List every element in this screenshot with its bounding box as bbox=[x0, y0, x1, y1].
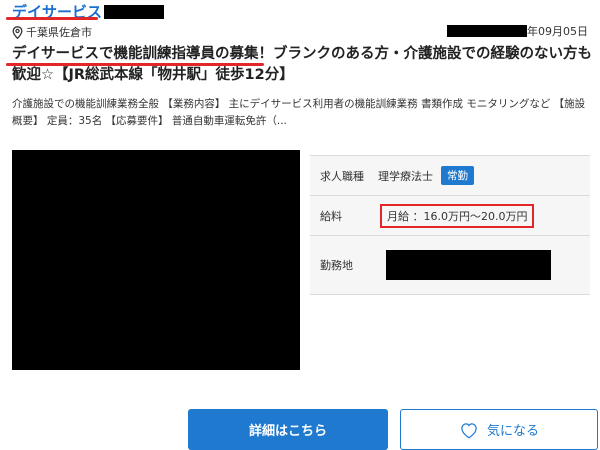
occupation-label: 求人職種 bbox=[320, 169, 364, 183]
redacted-work-location bbox=[386, 250, 551, 280]
date-text: 年09月05日 bbox=[527, 25, 588, 38]
highlight-underline-title bbox=[6, 63, 264, 66]
redacted-facility-image bbox=[12, 150, 300, 370]
work-location-label: 勤務地 bbox=[320, 259, 353, 272]
posted-date: 年09月05日 bbox=[447, 24, 588, 38]
salary-value: 月給 ：16.0万円〜20.0万円 bbox=[380, 203, 535, 228]
job-info-table: 求人職種 理学療法士 常勤 給料 月給 ：16.0万円〜20.0万円 勤務地 bbox=[310, 155, 590, 295]
favorite-button[interactable]: 気になる bbox=[400, 409, 598, 450]
info-row-location: 勤務地 bbox=[310, 236, 590, 294]
highlight-underline-facility bbox=[6, 17, 98, 20]
location-text: 千葉県佐倉市 bbox=[26, 26, 92, 39]
occupation-value-wrap: 理学療法士 常勤 bbox=[378, 166, 474, 185]
redacted-facility-name bbox=[104, 5, 165, 19]
map-pin-icon bbox=[12, 25, 23, 39]
details-button[interactable]: 詳細はこちら bbox=[188, 409, 388, 450]
favorite-label: 気になる bbox=[486, 423, 539, 438]
salary-label: 給料 bbox=[320, 209, 342, 223]
redacted-date bbox=[447, 25, 527, 37]
occupation-value: 理学療法士 bbox=[378, 169, 433, 183]
employment-type-badge: 常勤 bbox=[441, 166, 474, 185]
info-row-salary: 給料 月給 ：16.0万円〜20.0万円 bbox=[310, 196, 590, 236]
location-row: 千葉県佐倉市 bbox=[12, 25, 92, 39]
heart-icon bbox=[461, 422, 477, 438]
job-description: 介護施設での機能訓練業務全般 【業務内容】 主にデイサービス利用者の機能訓練業務… bbox=[12, 98, 586, 127]
info-row-occupation: 求人職種 理学療法士 常勤 bbox=[310, 156, 590, 196]
